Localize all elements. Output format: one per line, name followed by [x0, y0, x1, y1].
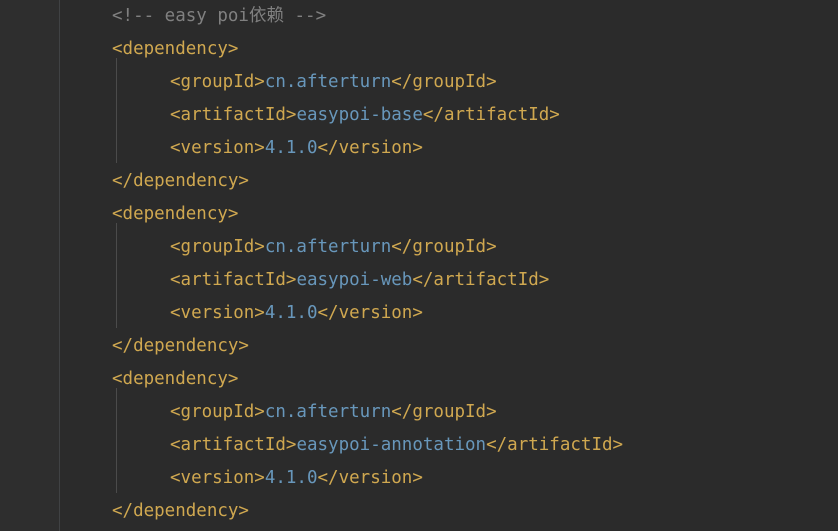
code-line[interactable]: <artifactId>easypoi-web</artifactId>: [60, 264, 838, 297]
code-token-tag: </dependency>: [112, 171, 249, 191]
code-token-tag: </version>: [317, 303, 423, 323]
code-token-tag: <version>: [170, 468, 265, 488]
code-token-value: cn.afterturn: [264, 402, 392, 422]
editor-gutter[interactable]: [0, 0, 59, 531]
code-token-tag: <groupId>: [170, 237, 265, 257]
code-token-tag: </dependency>: [112, 501, 249, 521]
code-token-value: 4.1.0: [264, 468, 318, 488]
code-token-value: easypoi-annotation: [296, 435, 487, 455]
code-token-tag: </artifactId>: [422, 105, 560, 125]
code-token-tag: <dependency>: [112, 39, 239, 59]
code-token-value: cn.afterturn: [264, 237, 392, 257]
code-line[interactable]: <groupId>cn.afterturn</groupId>: [60, 66, 838, 99]
code-token-tag: </groupId>: [391, 237, 497, 257]
code-token-comment: <!-- easy poi依赖 -->: [112, 6, 327, 26]
code-token-tag: <groupId>: [170, 402, 265, 422]
code-token-tag: <version>: [170, 303, 265, 323]
code-line[interactable]: <artifactId>easypoi-base</artifactId>: [60, 99, 838, 132]
code-token-tag: <dependency>: [112, 204, 239, 224]
code-token-tag: <version>: [170, 138, 265, 158]
code-token-tag: <artifactId>: [170, 270, 297, 290]
code-token-tag: </dependency>: [112, 336, 249, 356]
code-token-tag: <artifactId>: [170, 435, 297, 455]
code-token-value: cn.afterturn: [264, 72, 392, 92]
code-line[interactable]: <dependency>: [60, 363, 838, 396]
code-editor[interactable]: <!-- easy poi依赖 --> <dependency> <groupId>…: [0, 0, 838, 531]
code-line[interactable]: <artifactId>easypoi-annotation</artifact…: [60, 429, 838, 462]
code-token-tag: </groupId>: [391, 402, 497, 422]
code-token-tag: </version>: [317, 138, 423, 158]
code-line[interactable]: <dependency>: [60, 198, 838, 231]
indent-guide: [116, 223, 117, 328]
code-token-value: 4.1.0: [264, 303, 318, 323]
code-line[interactable]: <version>4.1.0</version>: [60, 297, 838, 330]
code-token-value: easypoi-web: [296, 270, 413, 290]
code-line[interactable]: <version>4.1.0</version>: [60, 132, 838, 165]
code-token-value: 4.1.0: [264, 138, 318, 158]
code-line-list: <!-- easy poi依赖 --> <dependency> <groupId>…: [60, 0, 838, 528]
code-token-tag: <groupId>: [170, 72, 265, 92]
code-token-value: easypoi-base: [296, 105, 423, 125]
code-text-area[interactable]: <!-- easy poi依赖 --> <dependency> <groupId>…: [60, 0, 838, 531]
code-token-tag: </groupId>: [391, 72, 497, 92]
code-line[interactable]: <!-- easy poi依赖 -->: [60, 0, 838, 33]
code-line[interactable]: <dependency>: [60, 33, 838, 66]
code-token-tag: </version>: [317, 468, 423, 488]
indent-guide: [116, 388, 117, 493]
code-token-tag: </artifactId>: [486, 435, 624, 455]
code-line[interactable]: </dependency>: [60, 495, 838, 528]
code-line[interactable]: <groupId>cn.afterturn</groupId>: [60, 231, 838, 264]
code-line[interactable]: <version>4.1.0</version>: [60, 462, 838, 495]
code-line[interactable]: </dependency>: [60, 165, 838, 198]
code-line[interactable]: <groupId>cn.afterturn</groupId>: [60, 396, 838, 429]
code-token-tag: <dependency>: [112, 369, 239, 389]
code-token-tag: <artifactId>: [170, 105, 297, 125]
code-line[interactable]: </dependency>: [60, 330, 838, 363]
code-token-tag: </artifactId>: [412, 270, 550, 290]
indent-guide: [116, 58, 117, 163]
